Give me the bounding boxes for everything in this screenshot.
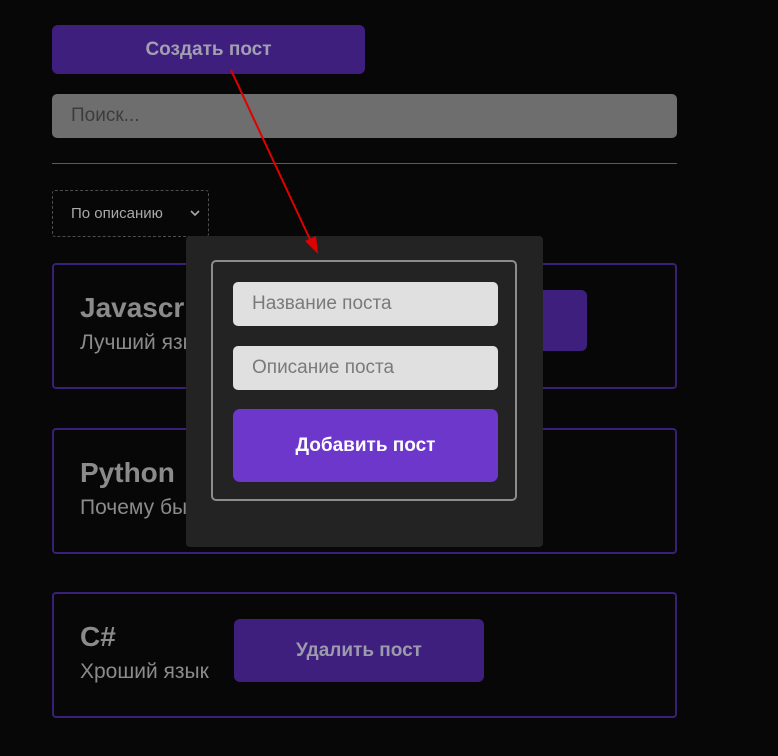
post-description-input[interactable] (233, 346, 498, 390)
divider (52, 163, 677, 164)
posts-page: Создать пост По описанию Javascript Лучш… (0, 0, 778, 756)
post-title-input[interactable] (233, 282, 498, 326)
add-post-button[interactable]: Добавить пост (233, 409, 498, 482)
delete-post-button[interactable]: Удалить пост (234, 619, 484, 682)
search-input[interactable] (52, 94, 677, 138)
chevron-down-icon (190, 210, 200, 217)
post-description: Хроший язык (80, 660, 209, 683)
create-post-button[interactable]: Создать пост (52, 25, 365, 74)
post-title: C# (80, 621, 116, 652)
create-post-form: Добавить пост (211, 260, 517, 501)
sort-select-value: По описанию (71, 205, 163, 222)
post-title: Python (80, 457, 175, 488)
post-item: C# Хроший язык Удалить пост (52, 592, 677, 718)
sort-select[interactable]: По описанию (52, 190, 209, 237)
create-post-modal: Добавить пост (186, 236, 543, 547)
